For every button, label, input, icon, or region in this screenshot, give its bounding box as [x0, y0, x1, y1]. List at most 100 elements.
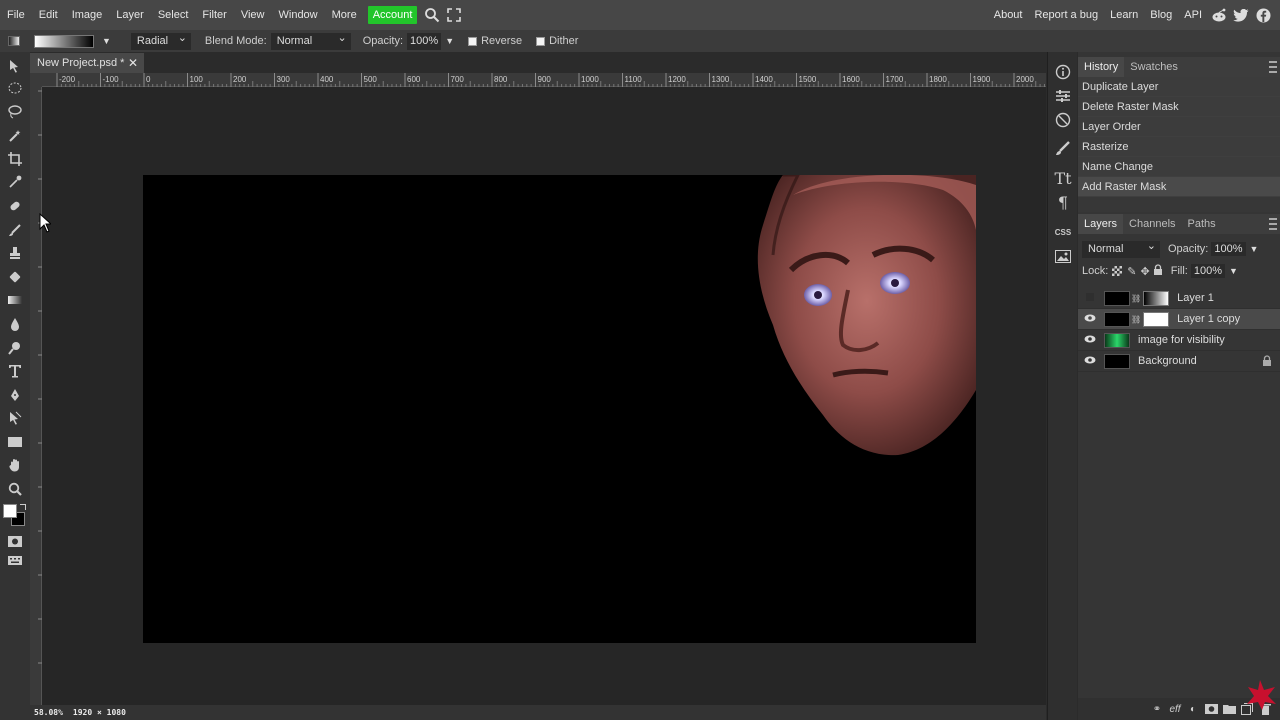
- report-bug-link[interactable]: Report a bug: [1028, 9, 1104, 21]
- history-panel-menu-icon[interactable]: [1269, 61, 1277, 73]
- history-item[interactable]: Duplicate Layer: [1078, 77, 1280, 97]
- lock-position-icon[interactable]: ✥: [1141, 265, 1150, 278]
- eraser-tool-icon[interactable]: [5, 267, 25, 287]
- add-mask-icon[interactable]: [1202, 701, 1220, 717]
- fullscreen-icon[interactable]: [443, 0, 465, 30]
- lock-all-icon[interactable]: [1153, 264, 1163, 278]
- adjustments-icon[interactable]: [1053, 86, 1073, 106]
- eye-icon[interactable]: [1084, 314, 1096, 325]
- gradient-type-select[interactable]: Radial: [130, 30, 191, 50]
- learn-link[interactable]: Learn: [1104, 9, 1144, 21]
- color-swatches[interactable]: [3, 504, 27, 528]
- api-link[interactable]: API: [1178, 9, 1208, 21]
- menu-image[interactable]: Image: [65, 0, 110, 30]
- brush-settings-icon[interactable]: [1053, 138, 1073, 158]
- marquee-tool-icon[interactable]: [5, 78, 25, 98]
- document-tab[interactable]: New Project.psd * ✕: [30, 53, 144, 73]
- lasso-tool-icon[interactable]: [5, 102, 25, 122]
- blend-mode-select[interactable]: Normal: [270, 30, 351, 50]
- workspace[interactable]: [42, 87, 1046, 705]
- history-item[interactable]: Add Raster Mask: [1078, 177, 1280, 197]
- rectangle-tool-icon[interactable]: [5, 432, 25, 452]
- close-tab-icon[interactable]: ✕: [128, 56, 138, 70]
- keyboard-icon[interactable]: [5, 550, 25, 570]
- layer-row[interactable]: image for visibility: [1078, 330, 1280, 351]
- menu-edit[interactable]: Edit: [32, 0, 65, 30]
- layer-mask-thumbnail[interactable]: [1143, 290, 1170, 306]
- clone-stamp-icon[interactable]: [5, 243, 25, 263]
- healing-brush-icon[interactable]: [5, 196, 25, 216]
- fill-arrow[interactable]: ▼: [1229, 266, 1238, 276]
- lock-pixels-icon[interactable]: ✎: [1127, 265, 1136, 278]
- adjustment-layer-icon[interactable]: ◐: [1184, 701, 1202, 717]
- reddit-icon[interactable]: [1208, 0, 1230, 30]
- navigator-icon[interactable]: [1053, 110, 1073, 130]
- search-icon[interactable]: [421, 0, 443, 30]
- history-item[interactable]: Name Change: [1078, 157, 1280, 177]
- type-tool-icon[interactable]: [5, 361, 25, 381]
- dither-checkbox[interactable]: [536, 36, 546, 46]
- eyedropper-tool-icon[interactable]: [5, 172, 25, 192]
- quick-mask-icon[interactable]: [5, 531, 25, 551]
- menu-filter[interactable]: Filter: [195, 0, 233, 30]
- gradient-tool-icon[interactable]: [8, 36, 20, 46]
- pen-tool-icon[interactable]: [5, 385, 25, 405]
- about-link[interactable]: About: [988, 9, 1029, 21]
- layer-row[interactable]: Background: [1078, 351, 1280, 372]
- layer-opacity-input[interactable]: 100%: [1211, 242, 1246, 256]
- menu-file[interactable]: File: [0, 0, 32, 30]
- opacity-input[interactable]: 100%: [407, 32, 442, 50]
- crop-tool-icon[interactable]: [5, 149, 25, 169]
- dodge-tool-icon[interactable]: [5, 338, 25, 358]
- gradient-dropdown-arrow[interactable]: ▼: [102, 36, 111, 46]
- menu-window[interactable]: Window: [272, 0, 325, 30]
- layer-row[interactable]: ⛓ Layer 1: [1078, 288, 1280, 309]
- account-button[interactable]: Account: [367, 6, 418, 24]
- path-select-icon[interactable]: [5, 408, 25, 428]
- facebook-icon[interactable]: [1252, 0, 1274, 30]
- swap-colors-icon[interactable]: [20, 504, 26, 510]
- history-item[interactable]: Rasterize: [1078, 137, 1280, 157]
- brush-tool-icon[interactable]: [5, 220, 25, 240]
- menu-layer[interactable]: Layer: [109, 0, 151, 30]
- layer-opacity-arrow[interactable]: ▼: [1250, 244, 1259, 254]
- blur-tool-icon[interactable]: [5, 314, 25, 334]
- layer-blend-mode-select[interactable]: Normal: [1082, 238, 1160, 258]
- menu-select[interactable]: Select: [151, 0, 196, 30]
- css-icon[interactable]: CSS: [1053, 222, 1073, 242]
- blog-link[interactable]: Blog: [1144, 9, 1178, 21]
- move-tool-icon[interactable]: [5, 56, 25, 76]
- fill-input[interactable]: 100%: [1190, 264, 1225, 278]
- visibility-toggle-off[interactable]: [1084, 292, 1096, 304]
- tab-layers[interactable]: Layers: [1078, 214, 1124, 234]
- link-layers-icon[interactable]: ⚭: [1148, 701, 1166, 717]
- paragraph-icon[interactable]: ¶: [1053, 192, 1073, 212]
- opacity-dropdown-arrow[interactable]: ▼: [445, 36, 454, 46]
- info-icon[interactable]: [1053, 62, 1073, 82]
- tab-paths[interactable]: Paths: [1182, 214, 1222, 234]
- layer-mask-thumbnail[interactable]: [1143, 311, 1170, 327]
- zoom-level[interactable]: 58.08%: [34, 708, 63, 717]
- layer-name[interactable]: Background: [1138, 355, 1197, 367]
- layer-row[interactable]: ⛓ Layer 1 copy: [1078, 309, 1280, 330]
- gradient-preview[interactable]: [34, 34, 94, 48]
- eye-icon[interactable]: [1084, 335, 1096, 346]
- layer-name[interactable]: image for visibility: [1138, 334, 1225, 346]
- reverse-checkbox[interactable]: [468, 36, 478, 46]
- document-canvas[interactable]: [143, 175, 976, 643]
- new-group-icon[interactable]: [1220, 701, 1238, 717]
- foreground-color[interactable]: [3, 504, 17, 518]
- menu-more[interactable]: More: [325, 0, 364, 30]
- character-icon[interactable]: Tt: [1053, 168, 1073, 188]
- eye-icon[interactable]: [1084, 356, 1096, 367]
- tab-history[interactable]: History: [1078, 57, 1125, 77]
- lock-transparency-icon[interactable]: [1112, 266, 1123, 276]
- layers-panel-menu-icon[interactable]: [1269, 218, 1277, 230]
- tab-channels[interactable]: Channels: [1123, 214, 1181, 234]
- layer-effects-icon[interactable]: eff: [1166, 701, 1184, 717]
- image-icon[interactable]: [1053, 246, 1073, 266]
- tab-swatches[interactable]: Swatches: [1124, 57, 1184, 77]
- history-item[interactable]: Layer Order: [1078, 117, 1280, 137]
- history-item[interactable]: Delete Raster Mask: [1078, 97, 1280, 117]
- twitter-icon[interactable]: [1230, 0, 1252, 30]
